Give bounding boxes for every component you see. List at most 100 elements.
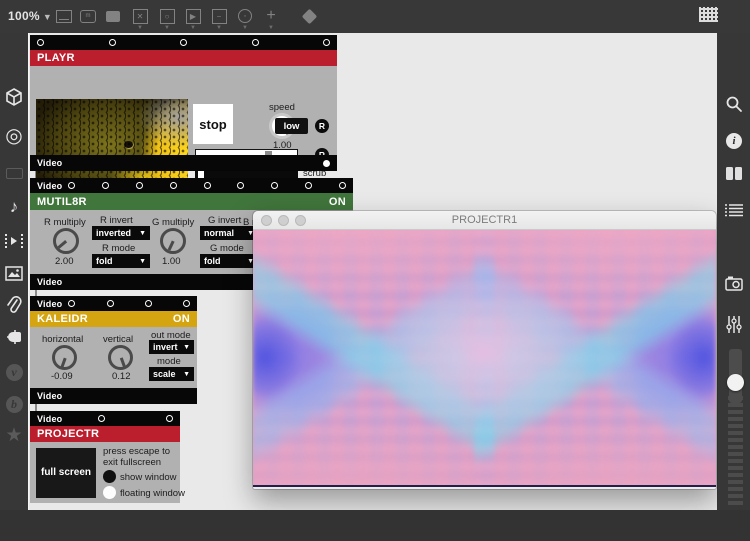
image-icon[interactable] [0,266,28,286]
outlet[interactable] [323,160,330,167]
g-multiply-label: G multiply [152,217,194,228]
music-note-icon[interactable]: ♪ [0,198,28,215]
package-icon[interactable] [0,88,28,111]
search-icon[interactable] [718,95,750,118]
mode-menu[interactable]: scale▼ [149,367,194,381]
projectr-inlet-strip: Video [30,411,180,426]
floating-window-label: floating window [120,488,185,499]
show-window-radio[interactable] [103,470,116,483]
inlet[interactable] [109,39,116,46]
inlet[interactable] [107,300,114,307]
master-volume-meter [728,396,743,506]
paint-bucket-icon[interactable] [300,7,318,25]
playbar-icon[interactable]: ▶ [184,7,202,25]
kaleidr-module[interactable]: Video KALEIDR ON horizontal -0.09 vertic… [30,296,197,404]
kaleidr-on-badge[interactable]: ON [173,313,190,325]
projectr1-titlebar[interactable]: PROJECTR1 [253,211,716,230]
inlet[interactable] [68,182,75,189]
zoom-level-value: 100% [8,9,40,23]
playr-title: PLAYR [37,52,75,64]
inlet[interactable] [166,415,173,422]
inlet[interactable] [180,39,187,46]
out-mode-menu[interactable]: invert▼ [149,340,194,354]
zoom-level-control[interactable]: 100%▼ [8,9,52,23]
add-object-icon[interactable]: + [262,7,280,25]
comment-icon[interactable] [104,7,122,25]
inlet[interactable] [204,182,211,189]
inlet[interactable] [323,39,330,46]
inlet[interactable] [145,300,152,307]
vertical-label: vertical [103,334,133,345]
slider-object-icon[interactable]: − [210,7,228,25]
close-window-button[interactable] [261,215,272,226]
object-browser-grid-icon[interactable] [699,7,718,22]
playr-module[interactable]: PLAYR stop speed 1.00 low R R scrub Vide… [30,35,337,171]
zoom-window-button[interactable] [295,215,306,226]
archive-icon[interactable] [0,166,28,184]
mutil8r-on-badge[interactable]: ON [329,196,346,208]
playr-rate-button[interactable]: low [275,118,308,134]
inlet[interactable] [170,182,177,189]
playr-reset-button[interactable]: R [315,119,329,133]
projectr-module[interactable]: Video PROJECTR full screen press escape … [30,411,180,503]
r-multiply-knob[interactable] [53,228,79,254]
console-list-icon[interactable] [718,203,750,222]
kaleidoscope-right-half [475,230,716,487]
r-mode-menu[interactable]: fold▼ [92,254,150,268]
plug-icon[interactable] [0,329,28,350]
minimize-window-button[interactable] [278,215,289,226]
inlet[interactable] [37,39,44,46]
projectr1-window[interactable]: PROJECTR1 [253,211,716,489]
inlet[interactable] [98,415,105,422]
inlet[interactable] [305,182,312,189]
g-invert-label: G invert [208,215,241,226]
kaleidr-in-port-label: Video [37,299,62,309]
mixer-icon[interactable] [718,316,750,338]
master-volume-knob[interactable] [727,374,744,391]
playr-header[interactable]: PLAYR [30,50,337,66]
beap-b-icon[interactable]: b [0,395,28,413]
inlet[interactable] [183,300,190,307]
vertical-knob[interactable] [108,345,133,370]
floating-window-radio[interactable] [103,486,116,499]
max-application: 100%▼ m ✕ ▼ ○ ▼ ▶ ▼ − ▼ ◦ ▼ + ▼ ◎ ♪ [0,0,750,541]
snapshot-camera-icon[interactable] [718,276,750,296]
inlet[interactable] [252,39,259,46]
chevron-down-icon: ▼ [236,25,254,31]
r-multiply-label: R multiply [44,217,86,228]
chevron-down-icon: ▼ [210,25,228,31]
r-invert-menu[interactable]: inverted▼ [92,226,150,240]
kaleidr-outlet-strip: Video [30,388,197,404]
toggle-icon[interactable]: ✕ [131,7,149,25]
inlet[interactable] [339,182,346,189]
playr-stop-button[interactable]: stop [193,104,233,144]
reference-icon[interactable] [718,167,750,185]
button-icon[interactable]: ○ [158,7,176,25]
horizontal-knob[interactable] [52,345,77,370]
paperclip-icon[interactable] [0,296,28,319]
g-multiply-knob[interactable] [160,228,186,254]
r-mode-label: R mode [102,243,135,254]
chevron-down-icon: ▼ [43,12,52,22]
inlet[interactable] [102,182,109,189]
vertical-value: 0.12 [112,371,131,382]
inlet[interactable] [237,182,244,189]
fullscreen-button[interactable]: full screen [36,448,96,498]
message-box-icon[interactable]: m [79,7,97,25]
inlet[interactable] [136,182,143,189]
kaleidr-out-port-label: Video [37,391,62,401]
object-box-icon[interactable] [55,7,73,25]
mutil8r-header[interactable]: MUTIL8R ON [30,193,353,210]
inlet[interactable] [271,182,278,189]
kaleidr-header[interactable]: KALEIDR ON [30,311,197,327]
video-clip-icon[interactable] [0,233,28,254]
vizzie-v-icon[interactable]: v [0,363,28,381]
inlet[interactable] [68,300,75,307]
dial-icon[interactable]: ◦ [236,7,254,25]
info-icon[interactable]: i [718,131,750,149]
target-icon[interactable]: ◎ [0,126,28,146]
g-invert-menu[interactable]: normal▼ [200,226,258,240]
star-icon[interactable]: ★ [0,426,28,445]
g-mode-menu[interactable]: fold▼ [200,254,258,268]
projectr-header[interactable]: PROJECTR [30,426,180,442]
